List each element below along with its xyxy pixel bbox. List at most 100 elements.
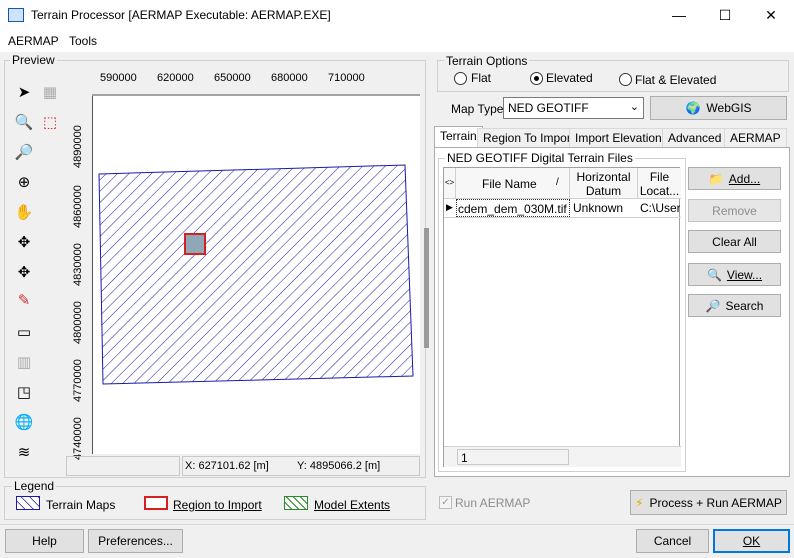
process-run-label: Process + Run AERMAP xyxy=(649,495,782,510)
cancel-button[interactable]: Cancel xyxy=(636,529,709,553)
app-icon xyxy=(8,8,24,22)
legend-region-to-import[interactable]: Region to Import xyxy=(173,498,262,512)
y-tick: 4830000 xyxy=(72,243,84,286)
add-button[interactable]: 📁 Add... xyxy=(688,167,781,190)
ok-label: OK xyxy=(742,534,761,548)
menu-tools[interactable]: Tools xyxy=(69,34,97,48)
files-group-title: NED GEOTIFF Digital Terrain Files xyxy=(445,151,635,165)
y-tick: 4740000 xyxy=(72,417,84,460)
x-tick: 650000 xyxy=(214,72,251,84)
col-horizontal-datum[interactable]: Horizontal Datum xyxy=(570,168,638,199)
y-tick: 4800000 xyxy=(72,301,84,344)
menu-bar: AERMAP Tools xyxy=(0,30,794,52)
y-tick: 4890000 xyxy=(72,125,84,168)
legend-model-extents[interactable]: Model Extents xyxy=(314,498,390,512)
webgis-label: WebGIS xyxy=(706,101,752,115)
region-swatch xyxy=(144,496,168,510)
flat-radio[interactable] xyxy=(454,72,467,85)
chevron-down-icon: ⌄ xyxy=(629,101,639,113)
ok-button[interactable]: OK xyxy=(713,529,790,553)
maximize-button[interactable]: ☐ xyxy=(702,0,748,30)
pan-hand-icon: ✋ xyxy=(14,204,34,221)
status-y: Y: 4895066.2 [m] xyxy=(297,460,381,472)
cell-datum: Unknown xyxy=(573,201,624,215)
flat-elevated-label: Flat & Elevated xyxy=(635,73,717,87)
crosshair-icon[interactable]: ⊕ xyxy=(13,171,35,193)
preview-toolbar: ➤ ▦ 🔍 ⬚ 🔎 ⊕ ✋ ✥ ✥ ✎ ▭ ▥ ◳ 🌐 ≋ xyxy=(5,77,65,477)
menu-aermap[interactable]: AERMAP xyxy=(8,34,59,48)
legend-title: Legend xyxy=(12,479,57,493)
globe-icon: 🌍 xyxy=(685,101,701,115)
fit-region-icon[interactable]: ✥ xyxy=(13,261,35,283)
cell-file-name: cdem_dem_030M.tif xyxy=(456,199,570,217)
minimize-button[interactable]: — xyxy=(656,0,702,30)
grid-select-icon: ▦ xyxy=(42,84,58,101)
sort-indicator-icon: / xyxy=(556,177,559,188)
view-button[interactable]: 🔍 View... xyxy=(688,263,781,286)
search-icon: 🔎 xyxy=(705,298,721,313)
zoom-out-icon[interactable]: 🔎 xyxy=(13,141,35,163)
map-canvas[interactable] xyxy=(92,96,420,454)
tab-advanced[interactable]: Advanced xyxy=(662,128,728,147)
run-aermap-checkbox[interactable]: ✓ xyxy=(439,496,452,509)
status-coords: X: 627101.62 [m] Y: 4895066.2 [m] xyxy=(182,456,420,476)
add-label: Add... xyxy=(728,171,761,186)
table-row[interactable]: ▶ cdem_dem_030M.tif Unknown C:\Users xyxy=(444,199,681,218)
splitter-handle[interactable] xyxy=(424,228,429,348)
layers-disabled-icon: ▥ xyxy=(16,354,32,371)
process-run-aermap-button[interactable]: ⚡ Process + Run AERMAP xyxy=(630,490,787,515)
clear-all-button[interactable]: Clear All xyxy=(688,230,781,253)
tab-terrain[interactable]: Terrain xyxy=(434,126,483,148)
terrain-options-title: Terrain Options xyxy=(444,54,530,68)
layers-icon[interactable]: ≋ xyxy=(13,441,35,463)
model-extents-swatch xyxy=(284,496,308,510)
x-tick: 680000 xyxy=(271,72,308,84)
zoom-box-icon[interactable]: ⬚ xyxy=(39,111,61,133)
tab-aermap[interactable]: AERMAP xyxy=(724,128,787,147)
tab-import-elevations[interactable]: Import Elevations xyxy=(569,128,674,147)
terrain-map-extent xyxy=(98,164,414,385)
row-pointer-icon: ▶ xyxy=(446,202,453,212)
map-type-select[interactable]: NED GEOTIFF ⌄ xyxy=(503,97,644,119)
row-count: 1 xyxy=(457,449,569,465)
remove-button[interactable]: Remove xyxy=(688,199,781,222)
help-button[interactable]: Help xyxy=(5,529,84,553)
elevated-radio[interactable] xyxy=(530,72,543,85)
magnifier-icon: 🔍 xyxy=(706,267,722,282)
eraser-icon[interactable]: ✎ xyxy=(13,289,35,311)
preview-title: Preview xyxy=(10,53,57,67)
select-area-icon[interactable]: ◳ xyxy=(13,381,35,403)
view-label: View... xyxy=(726,267,763,282)
map-type-value: NED GEOTIFF xyxy=(508,101,589,115)
grid-footer: 1 xyxy=(444,446,681,467)
window-title: Terrain Processor [AERMAP Executable: AE… xyxy=(31,8,331,22)
close-button[interactable]: ✕ xyxy=(748,0,794,30)
files-grid[interactable]: <> File Name / Horizontal Datum File Loc… xyxy=(443,167,681,467)
zoom-extents-icon[interactable]: ✥ xyxy=(13,231,35,253)
search-button[interactable]: 🔎 Search xyxy=(688,294,781,317)
ruler-icon[interactable]: ▭ xyxy=(13,321,35,343)
x-tick: 710000 xyxy=(328,72,365,84)
flat-label: Flat xyxy=(471,71,492,85)
legend-terrain-maps: Terrain Maps xyxy=(46,498,116,512)
status-cell xyxy=(66,456,180,476)
folder-icon: 📁 xyxy=(708,171,724,186)
tab-region-to-import[interactable]: Region To Import xyxy=(477,128,581,147)
x-tick: 590000 xyxy=(100,72,137,84)
globe-icon[interactable]: 🌐 xyxy=(13,411,35,433)
terrain-maps-swatch xyxy=(16,496,40,510)
elevated-label: Elevated xyxy=(546,71,593,85)
webgis-button[interactable]: 🌍 WebGIS xyxy=(650,96,787,120)
x-tick: 620000 xyxy=(157,72,194,84)
zoom-in-icon[interactable]: 🔍 xyxy=(13,111,35,133)
row-header-corner: <> xyxy=(444,168,456,199)
col-file-location[interactable]: File Locat... xyxy=(638,168,681,199)
col-file-name[interactable]: File Name / xyxy=(456,168,570,199)
y-tick: 4860000 xyxy=(72,185,84,228)
cell-location: C:\Users xyxy=(640,201,680,215)
pointer-tool-icon[interactable]: ➤ xyxy=(13,81,35,103)
flat-elevated-radio[interactable] xyxy=(619,73,632,86)
preferences-button[interactable]: Preferences... xyxy=(88,529,183,553)
search-label: Search xyxy=(725,298,764,313)
region-to-import-box xyxy=(184,233,206,255)
